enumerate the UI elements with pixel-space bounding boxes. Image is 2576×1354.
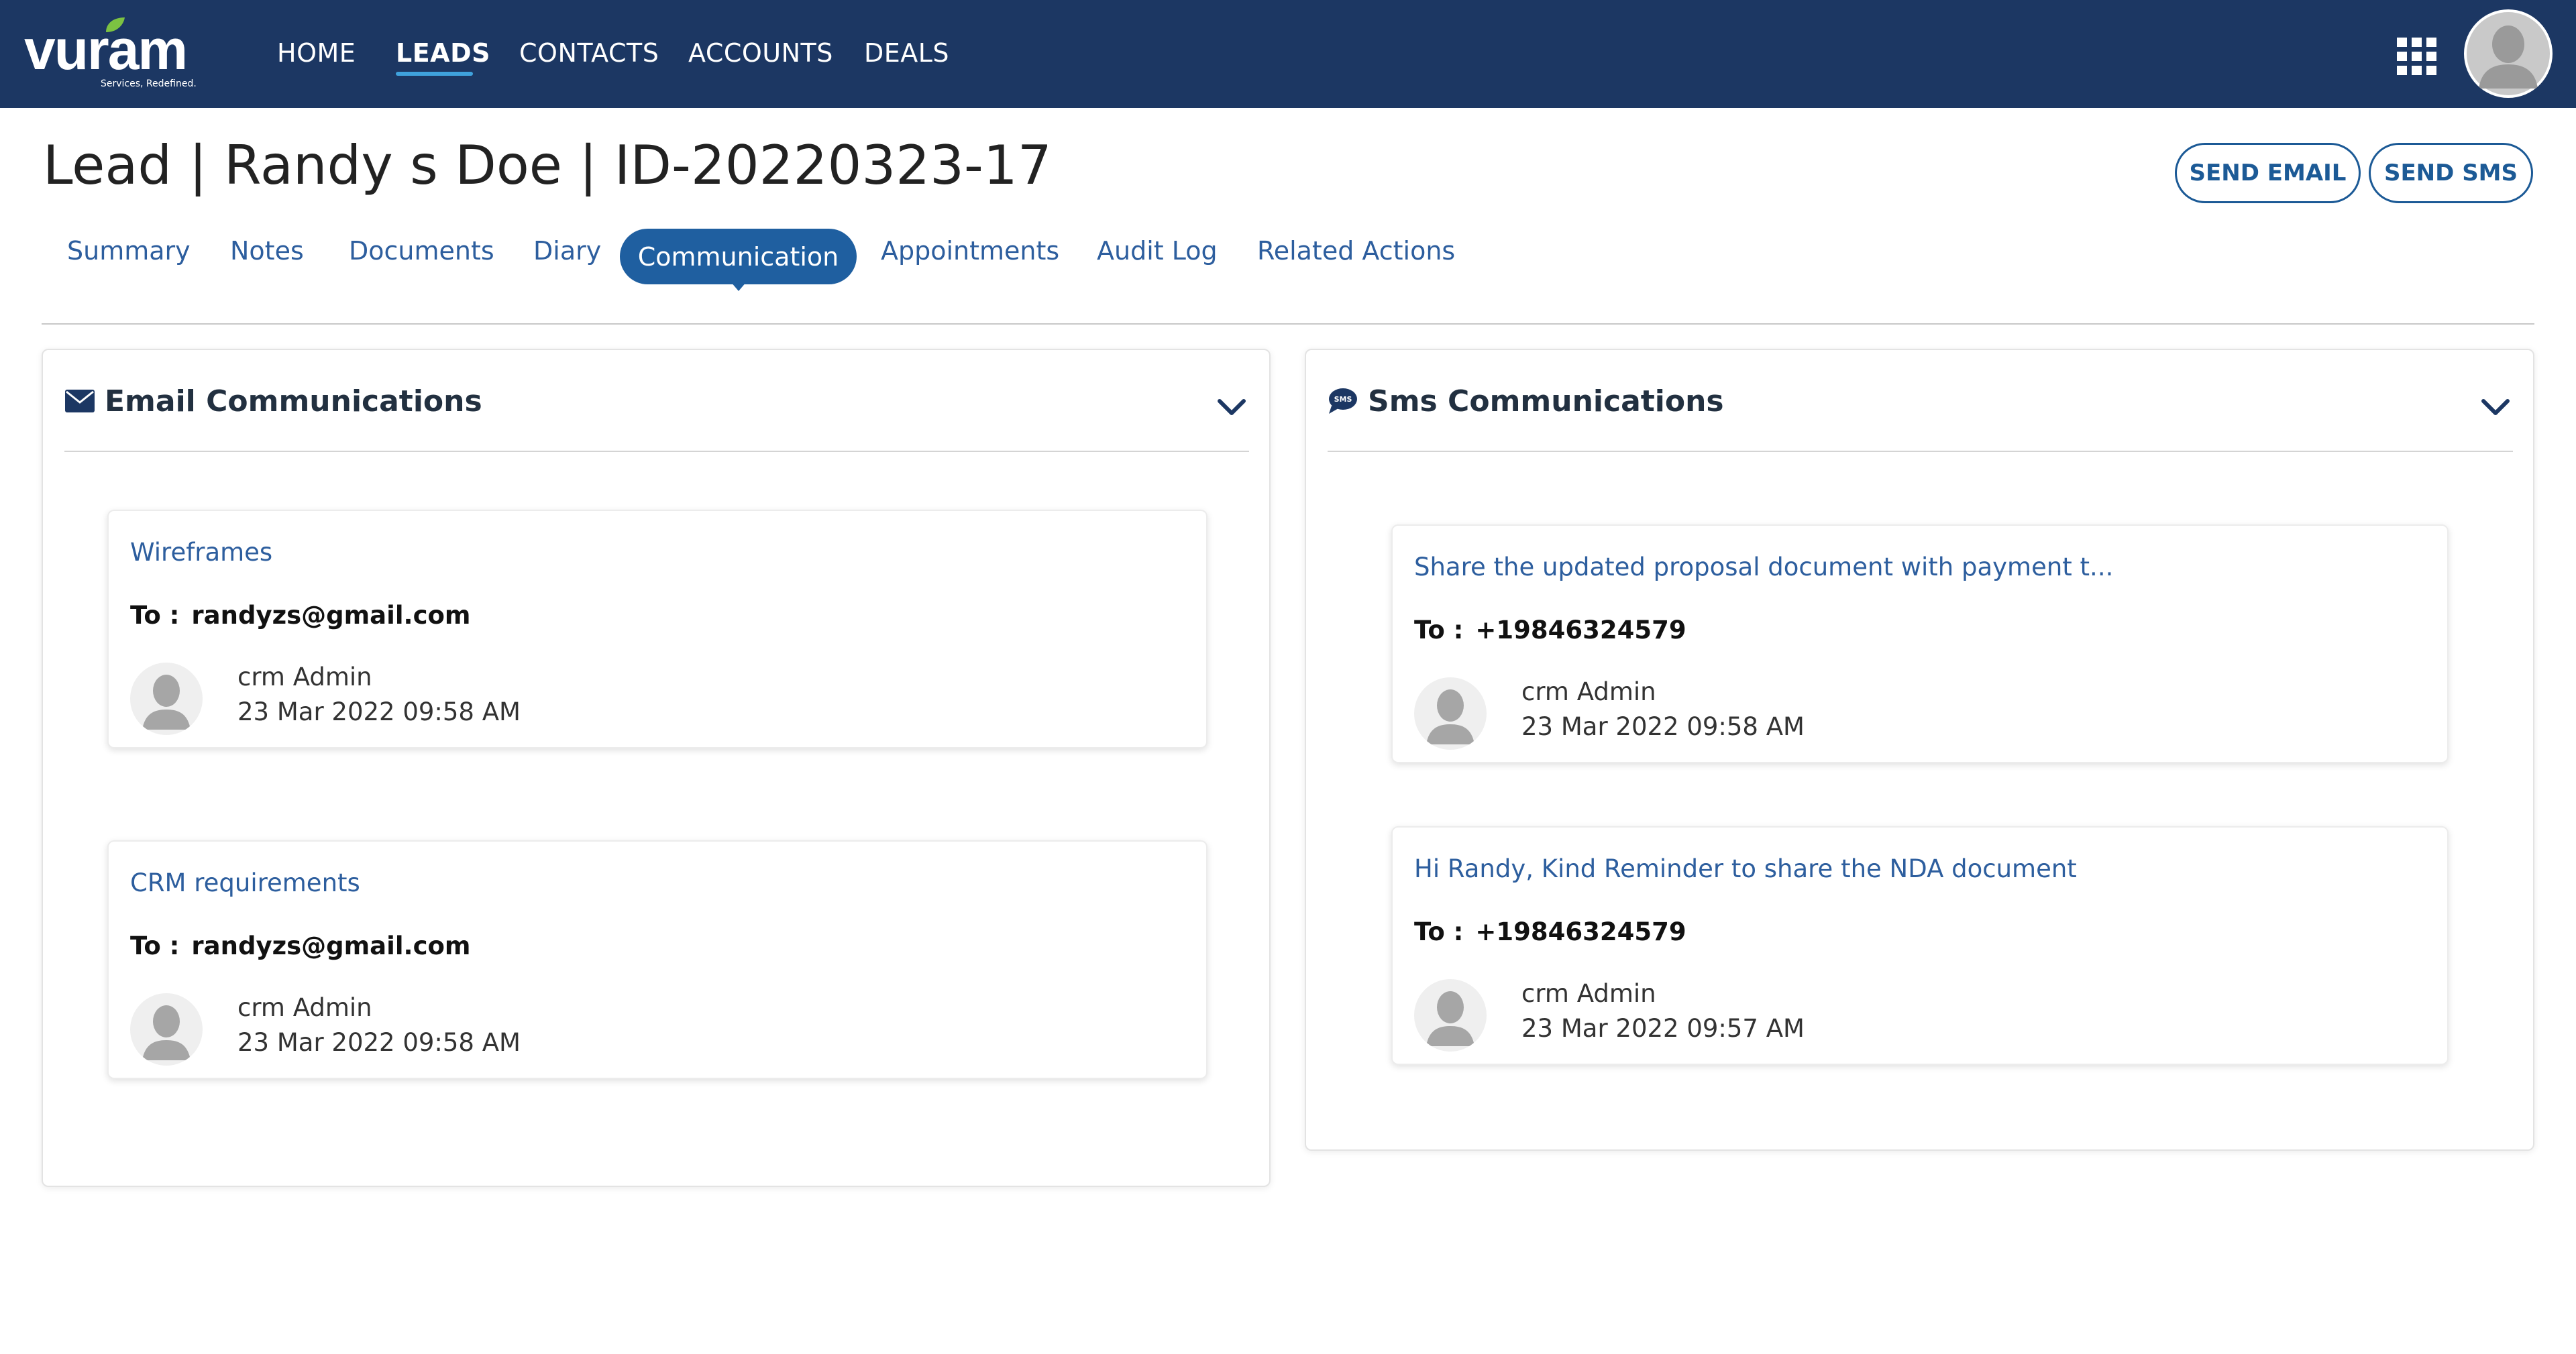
tab-diary[interactable]: Diary bbox=[533, 236, 601, 266]
email-author: crm Admin bbox=[237, 993, 372, 1022]
tab-notes[interactable]: Notes bbox=[230, 236, 304, 266]
recipient-email: randyzs@gmail.com bbox=[191, 932, 471, 960]
sms-card[interactable]: Hi Randy, Kind Reminder to share the NDA… bbox=[1391, 826, 2449, 1065]
profile-silhouette-icon bbox=[2467, 12, 2550, 95]
logo-tagline: Services, Redefined. bbox=[101, 78, 197, 89]
tab-audit-log[interactable]: Audit Log bbox=[1097, 236, 1218, 266]
top-navigation-bar: vuram Services, Redefined. HOME LEADS CO… bbox=[0, 0, 2576, 108]
tab-communication[interactable]: Communication bbox=[620, 229, 857, 284]
sms-author: crm Admin bbox=[1521, 979, 1656, 1008]
sms-panel-title: Sms Communications bbox=[1368, 384, 1724, 418]
to-label: To : bbox=[1414, 917, 1464, 946]
sms-recipient: To : +19846324579 bbox=[1414, 616, 1686, 644]
email-card[interactable]: Wireframes To : randyzs@gmail.com crm Adm… bbox=[107, 510, 1208, 748]
sms-recipient: To : +19846324579 bbox=[1414, 917, 1686, 946]
tab-appointments[interactable]: Appointments bbox=[881, 236, 1059, 266]
email-card[interactable]: CRM requirements To : randyzs@gmail.com c… bbox=[107, 840, 1208, 1079]
email-panel-divider bbox=[64, 451, 1249, 452]
email-date: 23 Mar 2022 09:58 AM bbox=[237, 1028, 521, 1057]
sms-communications-panel: SMS Sms Communications Share the updated… bbox=[1305, 349, 2534, 1151]
sms-date: 23 Mar 2022 09:58 AM bbox=[1521, 712, 1805, 741]
send-email-button[interactable]: SEND EMAIL bbox=[2175, 143, 2361, 203]
to-label: To : bbox=[130, 601, 180, 630]
tab-related-actions[interactable]: Related Actions bbox=[1257, 236, 1455, 266]
sms-date: 23 Mar 2022 09:57 AM bbox=[1521, 1014, 1805, 1043]
nav-accounts[interactable]: ACCOUNTS bbox=[688, 38, 833, 68]
email-recipient: To : randyzs@gmail.com bbox=[130, 932, 470, 960]
user-avatar-icon[interactable] bbox=[2464, 9, 2553, 98]
nav-contacts[interactable]: CONTACTS bbox=[519, 38, 659, 68]
envelope-icon bbox=[65, 390, 95, 412]
avatar-icon bbox=[130, 993, 203, 1066]
nav-deals[interactable]: DEALS bbox=[864, 38, 949, 68]
chevron-down-icon[interactable] bbox=[2481, 397, 2510, 417]
vuram-logo[interactable]: vuram Services, Redefined. bbox=[24, 16, 205, 91]
to-label: To : bbox=[130, 932, 180, 960]
email-author: crm Admin bbox=[237, 663, 372, 691]
email-recipient: To : randyzs@gmail.com bbox=[130, 601, 470, 630]
recipient-phone: +19846324579 bbox=[1475, 616, 1686, 644]
email-panel-header: Email Communications bbox=[64, 381, 482, 421]
recipient-email: randyzs@gmail.com bbox=[191, 601, 471, 630]
email-communications-panel: Email Communications Wireframes To : rand… bbox=[42, 349, 1271, 1187]
sms-message[interactable]: Hi Randy, Kind Reminder to share the NDA… bbox=[1414, 854, 2077, 883]
svg-text:SMS: SMS bbox=[1334, 395, 1352, 404]
grid-icon[interactable] bbox=[2397, 38, 2437, 75]
avatar-icon bbox=[130, 663, 203, 735]
email-subject[interactable]: Wireframes bbox=[130, 538, 272, 567]
to-label: To : bbox=[1414, 616, 1464, 644]
active-tab-pointer bbox=[731, 282, 747, 291]
sms-panel-header: SMS Sms Communications bbox=[1328, 381, 1724, 421]
avatar-icon bbox=[1414, 677, 1487, 750]
avatar-icon bbox=[1414, 979, 1487, 1052]
chevron-down-icon[interactable] bbox=[1217, 397, 1246, 417]
tabs-divider bbox=[42, 323, 2534, 325]
email-subject[interactable]: CRM requirements bbox=[130, 868, 360, 897]
page-title: Lead | Randy s Doe | ID-20220323-17 bbox=[43, 134, 1052, 196]
nav-home[interactable]: HOME bbox=[277, 38, 356, 68]
sms-card[interactable]: Share the updated proposal document with… bbox=[1391, 524, 2449, 763]
tab-documents[interactable]: Documents bbox=[349, 236, 494, 266]
recipient-phone: +19846324579 bbox=[1475, 917, 1686, 946]
nav-leads[interactable]: LEADS bbox=[396, 38, 490, 68]
email-panel-title: Email Communications bbox=[105, 384, 482, 418]
send-sms-button[interactable]: SEND SMS bbox=[2369, 143, 2533, 203]
email-date: 23 Mar 2022 09:58 AM bbox=[237, 697, 521, 726]
sms-author: crm Admin bbox=[1521, 677, 1656, 706]
sms-message[interactable]: Share the updated proposal document with… bbox=[1414, 553, 2113, 581]
leaf-icon bbox=[106, 17, 125, 32]
sms-bubble-icon: SMS bbox=[1329, 388, 1357, 414]
sms-panel-divider bbox=[1328, 451, 2513, 452]
nav-active-indicator bbox=[396, 72, 473, 76]
tab-summary[interactable]: Summary bbox=[67, 236, 191, 266]
